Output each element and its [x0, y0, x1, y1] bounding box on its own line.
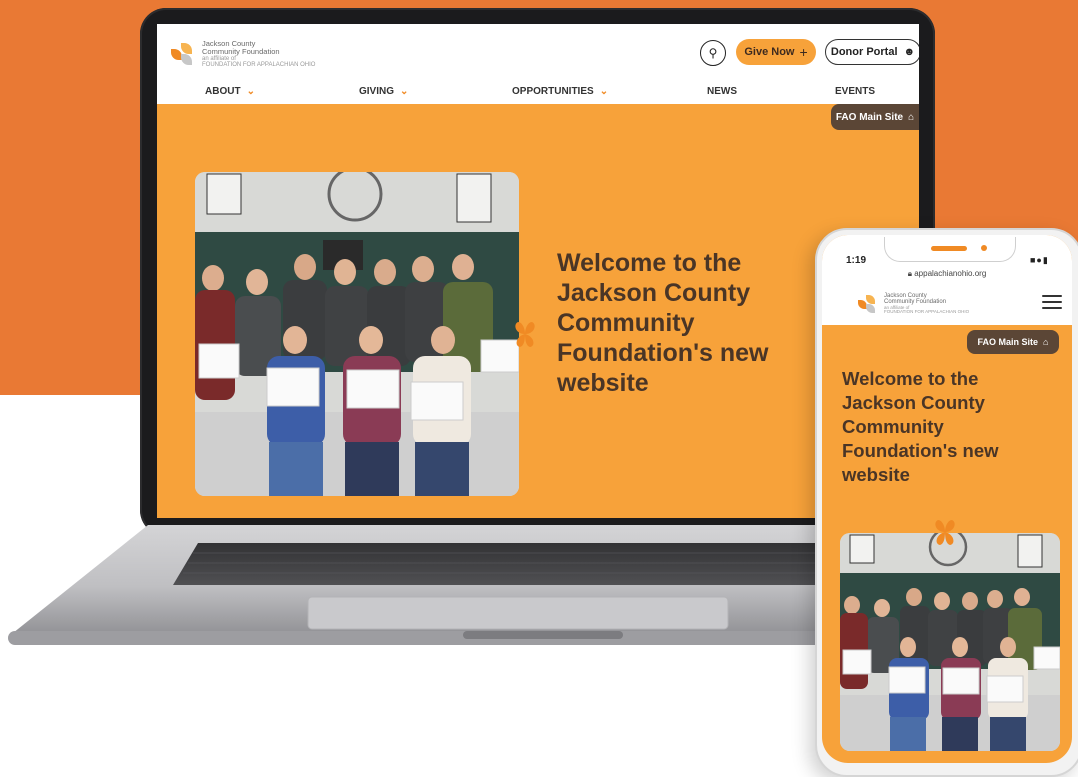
phone-site-logo[interactable]: Jackson County Community Foundation an a…: [858, 293, 969, 315]
fao-main-site-button[interactable]: FAO Main Site ⌂: [831, 104, 919, 130]
url-bar[interactable]: 🔒︎ appalachianohio.org: [822, 269, 1072, 279]
phone-hero-title: Welcome to the Jackson County Community …: [842, 368, 999, 486]
donor-portal-label: Donor Portal: [830, 46, 898, 58]
logo-text-line4: FOUNDATION FOR APPALACHIAN OHIO: [202, 62, 316, 69]
logo-text-line2: Community Foundation: [202, 46, 280, 56]
home-icon: ⌂: [908, 111, 915, 123]
signal-wifi-battery-icon: ■●▮: [1030, 255, 1049, 265]
site-header: Jackson County Community Foundation an a…: [157, 24, 919, 104]
fao-main-site-label: FAO Main Site: [977, 337, 1039, 347]
hero-title: Welcome to the Jackson County Community …: [557, 249, 769, 397]
logo-mark-icon: [171, 43, 197, 66]
logo-mark-icon: [858, 295, 880, 314]
leaf-decoration-icon: [929, 517, 961, 547]
nav-item-events[interactable]: EVENTS: [835, 86, 875, 97]
chevron-down-icon: ⌄: [599, 86, 609, 97]
chevron-down-icon: ⌄: [246, 86, 255, 97]
chevron-down-icon: ⌄: [400, 86, 409, 97]
nav-item-giving[interactable]: GIVING ⌄: [359, 86, 408, 97]
search-icon: ⚲: [708, 46, 718, 60]
plus-icon: +: [799, 44, 808, 60]
nav-label: ABOUT: [205, 86, 241, 97]
nav-label: NEWS: [707, 86, 737, 97]
user-icon: ☻: [903, 46, 916, 58]
leaf-decoration-icon: [510, 319, 540, 349]
phone-screen: 1:19 ■●▮ 🔒︎ appalachianohio.org Jackson …: [822, 235, 1072, 763]
fao-main-site-label: FAO Main Site: [835, 111, 904, 123]
phone-notch: [884, 237, 1016, 262]
nav-label: EVENTS: [835, 86, 876, 97]
hero-photo: [195, 172, 519, 496]
donor-portal-button[interactable]: Donor Portal ☻: [825, 39, 919, 65]
hamburger-menu-icon[interactable]: [1042, 295, 1062, 309]
url-text: appalachianohio.org: [914, 269, 987, 278]
phone-fao-main-site-button[interactable]: FAO Main Site ⌂: [967, 330, 1059, 354]
logo-text-line4: FOUNDATION FOR APPALACHIAN OHIO: [884, 309, 970, 315]
nav-item-about[interactable]: ABOUT ⌄: [205, 86, 255, 97]
nav-label: GIVING: [359, 86, 395, 97]
phone-hero-photo: [840, 533, 1060, 751]
nav-item-opportunities[interactable]: OPPORTUNITIES ⌄: [512, 86, 608, 97]
site-logo[interactable]: Jackson County Community Foundation an a…: [171, 40, 315, 68]
nav-item-news[interactable]: NEWS: [707, 86, 737, 97]
phone-site-header: Jackson County Community Foundation an a…: [822, 279, 1072, 325]
main-nav: ABOUT ⌄ GIVING ⌄ OPPORTUNITIES ⌄ NEWS EV…: [157, 84, 919, 104]
home-icon: ⌂: [1043, 337, 1049, 347]
search-button[interactable]: ⚲: [700, 40, 726, 66]
give-now-button[interactable]: Give Now +: [736, 39, 816, 65]
laptop-screen: Jackson County Community Foundation an a…: [157, 24, 919, 518]
lock-icon: 🔒︎: [907, 269, 912, 278]
nav-label: OPPORTUNITIES: [512, 86, 594, 97]
give-now-label: Give Now: [744, 46, 795, 58]
phone-time: 1:19: [846, 255, 867, 266]
